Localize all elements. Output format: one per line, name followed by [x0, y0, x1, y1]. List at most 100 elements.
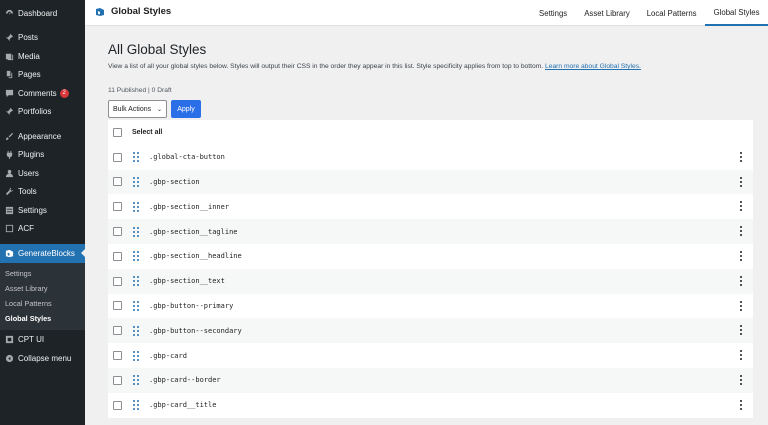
drag-handle-icon[interactable]	[133, 325, 141, 336]
brand-title: Global Styles	[111, 6, 172, 17]
style-class-name[interactable]: .gbp-button--primary	[149, 302, 233, 310]
menu-label: Tools	[18, 187, 37, 197]
more-options-icon[interactable]	[740, 151, 743, 162]
menu-label: Appearance	[18, 131, 62, 141]
tab-asset-library[interactable]: Asset Library	[576, 0, 639, 26]
submenu-settings[interactable]: Settings	[0, 266, 85, 281]
page-title: All Global Styles	[108, 42, 207, 57]
generateblocks-submenu: Settings Asset Library Local Patterns Gl…	[0, 262, 85, 331]
more-options-icon[interactable]	[740, 201, 743, 212]
row-checkbox[interactable]	[113, 301, 122, 311]
tab-settings[interactable]: Settings	[531, 0, 576, 26]
main-content: All Global Styles View a list of all you…	[108, 26, 753, 418]
menu-comments[interactable]: Comments 2	[0, 84, 85, 103]
menu-label: Comments	[18, 88, 57, 98]
row-checkbox[interactable]	[113, 375, 122, 385]
more-options-icon[interactable]	[740, 350, 743, 361]
page-description: View a list of all your global styles be…	[108, 63, 753, 70]
row-checkbox[interactable]	[113, 227, 122, 237]
drag-handle-icon[interactable]	[133, 276, 141, 287]
style-class-name[interactable]: .gbp-card__title	[149, 401, 216, 409]
menu-cpt-ui[interactable]: CPT UI	[0, 330, 85, 349]
menu-pages[interactable]: Pages	[0, 66, 85, 85]
row-checkbox[interactable]	[113, 202, 122, 212]
menu-acf[interactable]: ACF	[0, 220, 85, 239]
user-icon	[5, 169, 14, 178]
menu-plugins[interactable]: Plugins	[0, 146, 85, 165]
collapse-menu-button[interactable]: Collapse menu	[0, 349, 85, 368]
generateblocks-icon	[5, 249, 14, 258]
tab-global-styles[interactable]: Global Styles	[705, 0, 768, 26]
menu-appearance[interactable]: Appearance	[0, 127, 85, 146]
more-options-icon[interactable]	[740, 399, 743, 410]
drag-handle-icon[interactable]	[133, 251, 141, 262]
apply-button[interactable]: Apply	[171, 100, 201, 118]
bulk-actions-bar: Bulk Actions ⌄ Apply	[108, 100, 753, 118]
style-class-name[interactable]: .gbp-section__tagline	[149, 228, 238, 236]
drag-handle-icon[interactable]	[133, 375, 141, 386]
more-options-icon[interactable]	[740, 374, 743, 385]
menu-posts[interactable]: Posts	[0, 29, 85, 48]
list-item: .gbp-button--secondary	[108, 318, 753, 344]
wrench-icon	[5, 187, 14, 196]
style-class-name[interactable]: .gbp-section__text	[149, 277, 225, 285]
tab-local-patterns[interactable]: Local Patterns	[638, 0, 705, 26]
drag-handle-icon[interactable]	[133, 400, 141, 411]
menu-generateblocks[interactable]: GenerateBlocks	[0, 244, 85, 263]
row-checkbox[interactable]	[113, 251, 122, 261]
comment-icon	[5, 89, 14, 98]
more-options-icon[interactable]	[740, 226, 743, 237]
row-checkbox[interactable]	[113, 400, 122, 410]
drag-handle-icon[interactable]	[133, 226, 141, 237]
bulk-actions-select[interactable]: Bulk Actions ⌄	[108, 100, 167, 118]
list-item: .gbp-section__inner	[108, 194, 753, 219]
drag-handle-icon[interactable]	[133, 152, 141, 163]
cpt-icon	[5, 335, 14, 344]
row-checkbox[interactable]	[113, 177, 122, 187]
learn-more-link[interactable]: Learn more about Global Styles.	[545, 63, 641, 70]
menu-label: Plugins	[18, 150, 45, 160]
menu-portfolios[interactable]: Portfolios	[0, 103, 85, 122]
admin-sidebar: Dashboard Posts Media Pages Comments 2 P…	[0, 0, 85, 425]
style-class-name[interactable]: .global-cta-button	[149, 153, 225, 161]
style-class-name[interactable]: .gbp-button--secondary	[149, 327, 242, 335]
menu-label: Posts	[18, 33, 39, 43]
style-class-name[interactable]: .gbp-card--border	[149, 376, 221, 384]
style-class-name[interactable]: .gbp-section	[149, 178, 200, 186]
plugin-brand: Global Styles	[95, 6, 171, 17]
row-checkbox[interactable]	[113, 276, 122, 286]
submenu-global-styles[interactable]: Global Styles	[0, 311, 85, 326]
more-options-icon[interactable]	[740, 250, 743, 261]
menu-users[interactable]: Users	[0, 164, 85, 183]
menu-media[interactable]: Media	[0, 47, 85, 66]
plug-icon	[5, 150, 14, 160]
select-all-checkbox[interactable]	[113, 127, 122, 137]
row-checkbox[interactable]	[113, 152, 122, 162]
more-options-icon[interactable]	[740, 300, 743, 311]
menu-settings[interactable]: Settings	[0, 201, 85, 220]
drag-handle-icon[interactable]	[133, 300, 141, 311]
menu-label: Portfolios	[18, 107, 52, 117]
style-class-name[interactable]: .gbp-card	[149, 352, 187, 360]
menu-label: Users	[18, 168, 39, 178]
style-class-name[interactable]: .gbp-section__headline	[149, 252, 242, 260]
menu-label: GenerateBlocks	[18, 248, 75, 258]
more-options-icon[interactable]	[740, 325, 743, 336]
menu-label: Media	[18, 51, 40, 61]
style-class-name[interactable]: .gbp-section__inner	[149, 203, 229, 211]
submenu-asset-library[interactable]: Asset Library	[0, 281, 85, 296]
settings-icon	[5, 206, 14, 215]
generateblocks-logo-icon	[96, 7, 104, 16]
drag-handle-icon[interactable]	[133, 176, 141, 187]
submenu-local-patterns[interactable]: Local Patterns	[0, 296, 85, 311]
more-options-icon[interactable]	[740, 176, 743, 187]
select-all-row: Select all	[108, 120, 753, 145]
drag-handle-icon[interactable]	[133, 350, 141, 361]
menu-tools[interactable]: Tools	[0, 183, 85, 202]
menu-dashboard[interactable]: Dashboard	[0, 4, 85, 23]
row-checkbox[interactable]	[113, 326, 122, 336]
pin-icon	[5, 107, 14, 116]
row-checkbox[interactable]	[113, 351, 122, 361]
drag-handle-icon[interactable]	[133, 201, 141, 212]
more-options-icon[interactable]	[740, 275, 743, 286]
